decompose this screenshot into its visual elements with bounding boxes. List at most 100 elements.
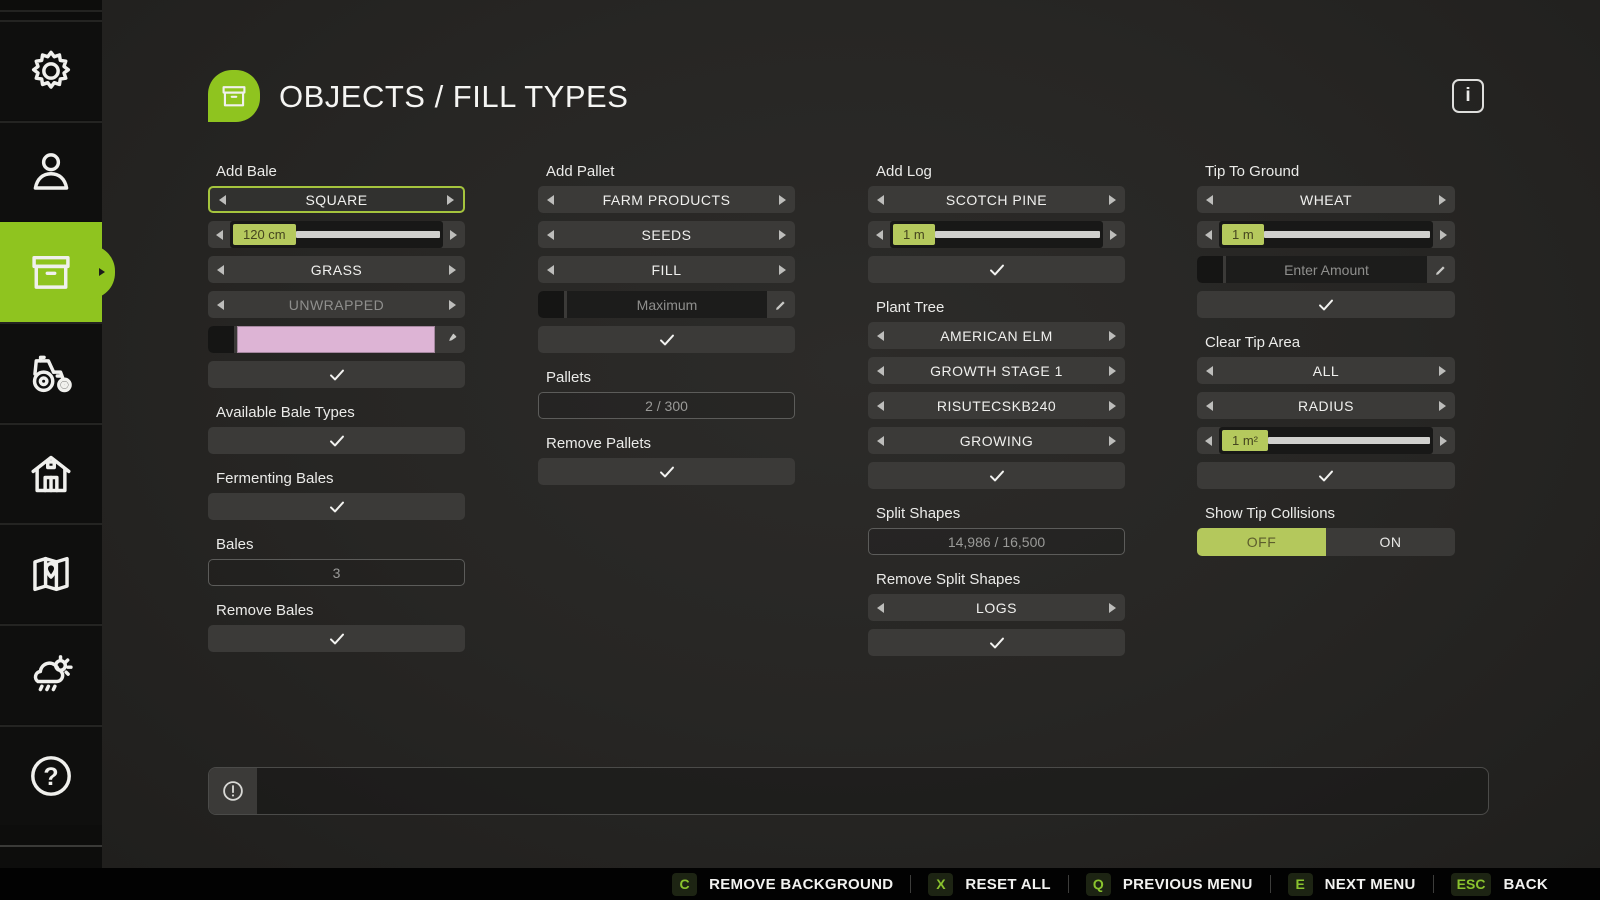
bale-wrap-selector[interactable]: UNWRAPPED bbox=[208, 291, 465, 318]
arrow-left-icon[interactable] bbox=[877, 331, 884, 341]
arrow-left-icon[interactable] bbox=[219, 195, 226, 205]
arrow-left-icon[interactable] bbox=[877, 195, 884, 205]
plant-tree-type-selector[interactable]: AMERICAN ELM bbox=[868, 322, 1125, 349]
arrow-right-icon[interactable] bbox=[1440, 436, 1447, 446]
arrow-left-icon[interactable] bbox=[1206, 366, 1213, 376]
arrow-right-icon[interactable] bbox=[1109, 366, 1116, 376]
sidebar-item-weather[interactable] bbox=[0, 624, 102, 724]
log-tree-type-selector[interactable]: SCOTCH PINE bbox=[868, 186, 1125, 213]
toggle-on-button[interactable]: ON bbox=[1326, 528, 1455, 556]
arrow-right-icon[interactable] bbox=[450, 230, 457, 240]
arrow-left-icon[interactable] bbox=[1206, 401, 1213, 411]
arrow-left-icon[interactable] bbox=[877, 436, 884, 446]
arrow-left-icon[interactable] bbox=[1205, 436, 1212, 446]
slider-bar[interactable] bbox=[1264, 231, 1430, 238]
clear-tip-mode-selector[interactable]: RADIUS bbox=[1197, 392, 1455, 419]
arrow-left-icon[interactable] bbox=[547, 230, 554, 240]
growth-stage-selector[interactable]: GROWTH STAGE 1 bbox=[868, 357, 1125, 384]
dye-icon[interactable] bbox=[435, 331, 465, 348]
tip-length-slider[interactable]: 1 m bbox=[1197, 221, 1455, 248]
slider-bar[interactable] bbox=[935, 231, 1100, 238]
toggle-off-button[interactable]: OFF bbox=[1197, 528, 1326, 556]
fermenting-bales-button[interactable] bbox=[208, 493, 465, 520]
slider-track[interactable]: 1 m² bbox=[1219, 427, 1433, 454]
arrow-left-icon[interactable] bbox=[877, 401, 884, 411]
arrow-right-icon[interactable] bbox=[1440, 230, 1447, 240]
hint-next-menu[interactable]: E NEXT MENU bbox=[1288, 873, 1416, 896]
remove-split-shapes-button[interactable] bbox=[868, 629, 1125, 656]
hint-previous-menu[interactable]: Q PREVIOUS MENU bbox=[1086, 873, 1253, 896]
arrow-right-icon[interactable] bbox=[1439, 401, 1446, 411]
sidebar-item-player[interactable] bbox=[0, 121, 102, 221]
confirm-tip-to-ground-button[interactable] bbox=[1197, 291, 1455, 318]
arrow-left-icon[interactable] bbox=[547, 195, 554, 205]
hint-back[interactable]: ESC BACK bbox=[1451, 873, 1548, 896]
tree-state-selector[interactable]: GROWING bbox=[868, 427, 1125, 454]
bale-fill-type-selector[interactable]: GRASS bbox=[208, 256, 465, 283]
pencil-icon[interactable] bbox=[1427, 262, 1455, 277]
slider-track[interactable]: 1 m bbox=[890, 221, 1103, 248]
bale-shape-selector[interactable]: SQUARE bbox=[208, 186, 465, 213]
pallet-amount-input-row[interactable] bbox=[538, 291, 795, 318]
arrow-right-icon[interactable] bbox=[1439, 195, 1446, 205]
arrow-right-icon[interactable] bbox=[449, 265, 456, 275]
pallet-fill-mode-selector[interactable]: FILL bbox=[538, 256, 795, 283]
bale-color-swatch[interactable] bbox=[237, 326, 435, 353]
arrow-right-icon[interactable] bbox=[1110, 230, 1117, 240]
arrow-right-icon[interactable] bbox=[779, 230, 786, 240]
arrow-left-icon[interactable] bbox=[217, 300, 224, 310]
confirm-add-bale-button[interactable] bbox=[208, 361, 465, 388]
arrow-left-icon[interactable] bbox=[216, 230, 223, 240]
confirm-add-log-button[interactable] bbox=[868, 256, 1125, 283]
sidebar-item-help[interactable]: ? bbox=[0, 725, 102, 825]
arrow-right-icon[interactable] bbox=[1439, 366, 1446, 376]
hint-remove-background[interactable]: C REMOVE BACKGROUND bbox=[672, 873, 893, 896]
arrow-right-icon[interactable] bbox=[1109, 436, 1116, 446]
arrow-left-icon[interactable] bbox=[876, 230, 883, 240]
arrow-right-icon[interactable] bbox=[1109, 603, 1116, 613]
arrow-left-icon[interactable] bbox=[1205, 230, 1212, 240]
confirm-plant-tree-button[interactable] bbox=[868, 462, 1125, 489]
sidebar-item-map[interactable] bbox=[0, 523, 102, 623]
slider-bar[interactable] bbox=[1268, 437, 1430, 444]
confirm-add-pallet-button[interactable] bbox=[538, 326, 795, 353]
pallet-category-selector[interactable]: FARM PRODUCTS bbox=[538, 186, 795, 213]
slider-track[interactable]: 120 cm bbox=[230, 221, 443, 248]
sidebar-item-placeables[interactable] bbox=[0, 423, 102, 523]
arrow-left-icon[interactable] bbox=[877, 366, 884, 376]
remove-split-shapes-target-selector[interactable]: LOGS bbox=[868, 594, 1125, 621]
clear-tip-area-slider[interactable]: 1 m² bbox=[1197, 427, 1455, 454]
arrow-left-icon[interactable] bbox=[547, 265, 554, 275]
sidebar-item-settings[interactable] bbox=[0, 20, 102, 120]
sidebar-item-objects[interactable] bbox=[0, 222, 102, 322]
slider-bar[interactable] bbox=[296, 231, 440, 238]
pallet-amount-input[interactable] bbox=[567, 291, 767, 318]
arrow-left-icon[interactable] bbox=[877, 603, 884, 613]
hint-reset-all[interactable]: X RESET ALL bbox=[928, 873, 1050, 896]
bale-size-slider[interactable]: 120 cm bbox=[208, 221, 465, 248]
console-command-input[interactable] bbox=[257, 768, 1488, 814]
arrow-right-icon[interactable] bbox=[1109, 195, 1116, 205]
slider-track[interactable]: 1 m bbox=[1219, 221, 1433, 248]
info-button[interactable]: i bbox=[1452, 79, 1484, 113]
arrow-right-icon[interactable] bbox=[1109, 401, 1116, 411]
log-length-slider[interactable]: 1 m bbox=[868, 221, 1125, 248]
arrow-right-icon[interactable] bbox=[779, 195, 786, 205]
arrow-right-icon[interactable] bbox=[1109, 331, 1116, 341]
tip-fill-type-selector[interactable]: WHEAT bbox=[1197, 186, 1455, 213]
bale-color-row[interactable] bbox=[208, 326, 465, 353]
tip-amount-input[interactable] bbox=[1226, 256, 1427, 283]
clear-tip-target-selector[interactable]: ALL bbox=[1197, 357, 1455, 384]
available-bale-types-button[interactable] bbox=[208, 427, 465, 454]
confirm-clear-tip-area-button[interactable] bbox=[1197, 462, 1455, 489]
arrow-left-icon[interactable] bbox=[1206, 195, 1213, 205]
pallet-type-selector[interactable]: SEEDS bbox=[538, 221, 795, 248]
arrow-right-icon[interactable] bbox=[449, 300, 456, 310]
tip-amount-input-row[interactable] bbox=[1197, 256, 1455, 283]
remove-bales-button[interactable] bbox=[208, 625, 465, 652]
remove-pallets-button[interactable] bbox=[538, 458, 795, 485]
arrow-right-icon[interactable] bbox=[779, 265, 786, 275]
pencil-icon[interactable] bbox=[767, 297, 795, 312]
sidebar-item-vehicles[interactable] bbox=[0, 322, 102, 422]
planter-variant-selector[interactable]: RISUTECSKB240 bbox=[868, 392, 1125, 419]
